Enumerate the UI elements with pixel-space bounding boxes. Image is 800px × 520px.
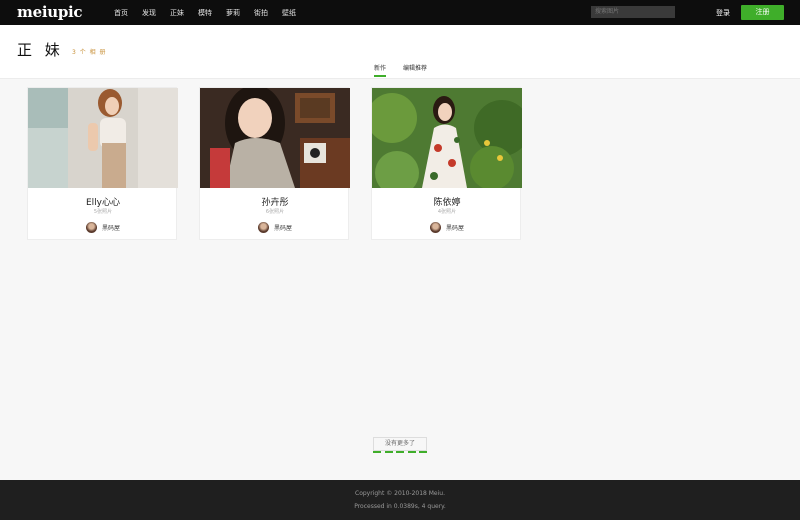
avatar[interactable] [257,222,269,233]
nav-item-zhengmei[interactable]: 正妹 [170,8,184,18]
avatar[interactable] [85,222,97,233]
photo-count: 6张照片 [265,209,285,215]
album-title[interactable]: Elly心心 [28,195,178,208]
album-author[interactable]: 黑码屋 [28,222,178,233]
author-name[interactable]: 黑码屋 [274,223,292,232]
nav-item-street[interactable]: 街拍 [254,8,268,18]
nav-item-discover[interactable]: 发现 [142,8,156,18]
nav-item-model[interactable]: 模特 [198,8,212,18]
main-nav: 首页 发现 正妹 模特 萝莉 街拍 壁纸 [114,0,310,25]
load-more-button[interactable]: 没有更多了 [373,437,427,451]
photo-count: 4张照片 [437,209,457,215]
album-cover-photo[interactable] [372,88,522,188]
sort-tabs: 新作 编辑推荐 [374,63,427,77]
login-link[interactable]: 登录 [716,8,730,18]
processed-text: Processed in 0.0389s, 4 query. [354,503,446,510]
author-name[interactable]: 黑码屋 [446,223,464,232]
album-card[interactable]: 陈依婷 4张照片 黑码屋 [371,87,522,240]
category-header: 正 妹 3 个 相 册 新作 编辑推荐 [0,25,800,79]
copyright-text: Copyright © 2010-2018 Meiu. [355,490,445,497]
album-count: 3 个 相 册 [72,49,107,56]
album-card[interactable]: 孙卉彤 6张照片 黑码屋 [199,87,350,240]
photo-count: 5张照片 [93,209,113,215]
album-author[interactable]: 黑码屋 [372,222,522,233]
album-author[interactable]: 黑码屋 [200,222,350,233]
nav-item-luoli[interactable]: 萝莉 [226,8,240,18]
page-title: 正 妹 [17,41,64,59]
tab-editor-picks[interactable]: 编辑推荐 [403,63,427,77]
album-title[interactable]: 陈依婷 [372,195,522,208]
album-card[interactable]: Elly心心 5张照片 黑码屋 [27,87,178,240]
register-button[interactable]: 注册 [741,5,784,20]
tab-new[interactable]: 新作 [374,63,387,77]
site-footer: Copyright © 2010-2018 Meiu. Processed in… [0,480,800,520]
album-cover-photo[interactable] [200,88,350,188]
nav-item-wallpaper[interactable]: 壁纸 [282,8,296,18]
loading-indicator [373,451,427,453]
site-logo[interactable]: meiupic [17,3,83,21]
album-title[interactable]: 孙卉彤 [200,195,350,208]
album-cover-photo[interactable] [28,88,178,188]
search-input[interactable] [591,6,675,18]
avatar[interactable] [429,222,441,233]
top-navbar: meiupic 首页 发现 正妹 模特 萝莉 街拍 壁纸 登录 注册 [0,0,800,25]
author-name[interactable]: 黑码屋 [102,223,120,232]
nav-item-home[interactable]: 首页 [114,8,128,18]
